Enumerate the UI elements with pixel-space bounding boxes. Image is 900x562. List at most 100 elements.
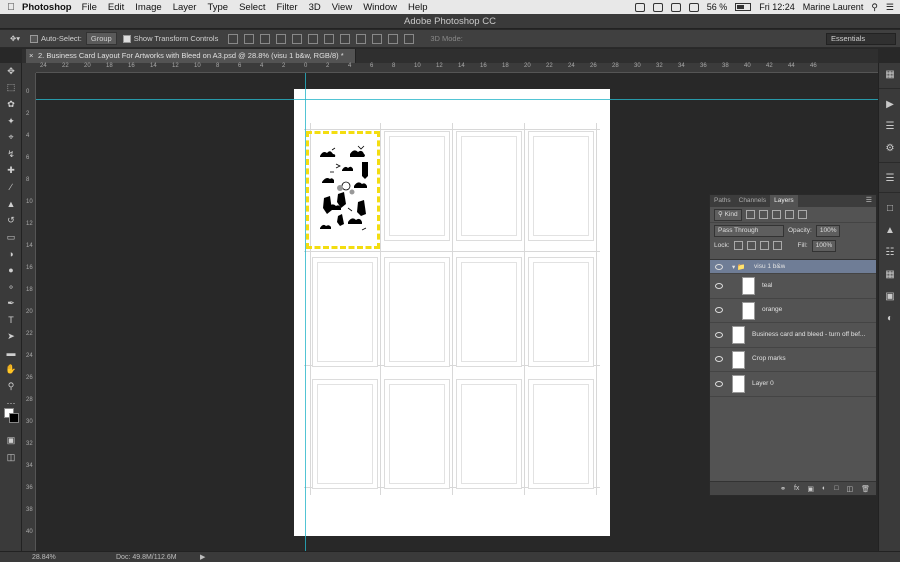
tab-paths[interactable]: Paths bbox=[710, 195, 735, 207]
align-bottom-icon[interactable] bbox=[260, 33, 271, 44]
distribute-middle-icon[interactable] bbox=[340, 33, 351, 44]
hand-tool[interactable]: ✋ bbox=[0, 362, 22, 379]
auto-select-dropdown[interactable]: Group bbox=[85, 32, 117, 45]
spotlight-icon[interactable]: ⚲ bbox=[871, 2, 878, 13]
menu-select[interactable]: Select bbox=[239, 2, 265, 13]
layer-row[interactable]: orange bbox=[710, 299, 876, 323]
shape-tool[interactable]: ▬ bbox=[0, 345, 22, 362]
selection-marquee[interactable] bbox=[306, 131, 380, 249]
add-mask-icon[interactable]: ▣ bbox=[807, 485, 814, 493]
magic-wand-tool[interactable]: ✦ bbox=[0, 113, 22, 130]
close-tab-icon[interactable]: × bbox=[29, 49, 33, 63]
visibility-eye-icon[interactable] bbox=[715, 380, 723, 387]
clone-stamp-tool[interactable]: ▲ bbox=[0, 196, 22, 213]
lock-transparent-icon[interactable] bbox=[733, 241, 743, 250]
visibility-eye-icon[interactable] bbox=[715, 282, 723, 289]
visibility-eye-icon[interactable] bbox=[715, 307, 723, 314]
new-group-icon[interactable]: □ bbox=[834, 485, 838, 492]
notification-icon[interactable]: ☰ bbox=[886, 2, 894, 13]
display-icon[interactable] bbox=[670, 2, 681, 12]
dropbox-icon[interactable] bbox=[634, 2, 645, 12]
menu-3d[interactable]: 3D bbox=[309, 2, 321, 13]
guide-vertical[interactable] bbox=[305, 73, 306, 551]
tab-channels[interactable]: Channels bbox=[735, 195, 770, 207]
lock-position-icon[interactable] bbox=[759, 241, 769, 250]
menu-help[interactable]: Help bbox=[408, 2, 428, 13]
layer-name[interactable]: visu 1 b&w bbox=[754, 263, 785, 270]
menu-type[interactable]: Type bbox=[207, 2, 228, 13]
layer-row[interactable]: Business card and bleed - turn off bef..… bbox=[710, 323, 876, 348]
menu-window[interactable]: Window bbox=[363, 2, 397, 13]
play-actions-icon[interactable]: ▶ bbox=[879, 93, 900, 115]
layer-name[interactable]: orange bbox=[762, 306, 782, 313]
layer-name[interactable]: Layer 0 bbox=[752, 380, 774, 387]
align-right-icon[interactable] bbox=[308, 33, 319, 44]
adjustments-icon[interactable]: ⚙ bbox=[879, 137, 900, 159]
path-selection-tool[interactable]: ➤ bbox=[0, 329, 22, 346]
layer-row[interactable]: Crop marks bbox=[710, 348, 876, 372]
distribute-center-icon[interactable] bbox=[388, 33, 399, 44]
user-name[interactable]: Marine Laurent bbox=[803, 2, 864, 12]
menu-edit[interactable]: Edit bbox=[108, 2, 124, 13]
distribute-top-icon[interactable] bbox=[324, 33, 335, 44]
color-swatches[interactable] bbox=[4, 408, 20, 424]
align-middle-icon[interactable] bbox=[244, 33, 255, 44]
layer-name[interactable]: teal bbox=[762, 282, 772, 289]
lock-all-icon[interactable] bbox=[772, 241, 782, 250]
workspace-switcher[interactable]: Essentials bbox=[826, 33, 896, 45]
blur-tool[interactable]: ● bbox=[0, 262, 22, 279]
crop-tool[interactable]: ⌖ bbox=[0, 129, 22, 146]
menu-file[interactable]: File bbox=[82, 2, 97, 13]
apple-icon[interactable]:  bbox=[0, 2, 22, 13]
filter-adjustment-icon[interactable] bbox=[758, 210, 768, 219]
filter-kind-dropdown[interactable]: ⚲ Kind bbox=[714, 208, 742, 221]
layer-row[interactable]: teal bbox=[710, 274, 876, 299]
background-color[interactable] bbox=[9, 413, 19, 423]
battery-icon[interactable] bbox=[735, 3, 752, 11]
clock[interactable]: Fri 12:24 bbox=[759, 2, 795, 12]
horizontal-ruler[interactable]: 24 22 20 18 16 14 12 10 8 6 4 2 0 2 4 6 … bbox=[36, 63, 878, 73]
group-folder-icon[interactable]: ▾ 📁 bbox=[732, 263, 745, 271]
fill-input[interactable]: 100% bbox=[811, 239, 837, 252]
properties-icon[interactable]: ☰ bbox=[879, 115, 900, 137]
type-tool[interactable]: T bbox=[0, 312, 22, 329]
character-icon[interactable]: ☰ bbox=[879, 167, 900, 189]
filter-shape-icon[interactable] bbox=[784, 210, 794, 219]
document-tab[interactable]: × 2. Business Card Layout For Artworks w… bbox=[26, 49, 356, 63]
vertical-ruler[interactable]: 0 2 4 6 8 10 12 14 16 18 20 22 24 26 28 … bbox=[22, 73, 36, 551]
eraser-tool[interactable]: ▭ bbox=[0, 229, 22, 246]
pen-tool[interactable]: ✒ bbox=[0, 295, 22, 312]
filter-type-icon[interactable] bbox=[771, 210, 781, 219]
layer-name[interactable]: Business card and bleed - turn off bef..… bbox=[752, 331, 865, 338]
distribute-bottom-icon[interactable] bbox=[356, 33, 367, 44]
visibility-eye-icon[interactable] bbox=[715, 356, 723, 363]
align-top-icon[interactable] bbox=[228, 33, 239, 44]
menu-view[interactable]: View bbox=[332, 2, 352, 13]
dodge-tool[interactable]: ⚬ bbox=[0, 279, 22, 296]
zoom-tool[interactable]: ⚲ bbox=[0, 378, 22, 395]
filter-smart-icon[interactable] bbox=[797, 210, 807, 219]
eyedropper-tool[interactable]: ↯ bbox=[0, 146, 22, 163]
panel-menu-icon[interactable]: ☰ bbox=[866, 196, 872, 204]
ruler-origin[interactable] bbox=[22, 63, 36, 73]
layer-row[interactable]: ▾ 📁 visu 1 b&w bbox=[710, 260, 876, 274]
layer-name[interactable]: Crop marks bbox=[752, 355, 786, 362]
healing-brush-tool[interactable]: ✚ bbox=[0, 163, 22, 180]
tab-layers[interactable]: Layers bbox=[770, 195, 798, 207]
menu-layer[interactable]: Layer bbox=[173, 2, 197, 13]
distribute-right-icon[interactable] bbox=[404, 33, 415, 44]
adjustment-layer-icon[interactable]: ◐ bbox=[822, 485, 826, 492]
layer-comps-icon[interactable]: □ bbox=[879, 197, 900, 219]
app-menu[interactable]: Photoshop bbox=[22, 2, 72, 13]
move-tool-icon[interactable]: ✥▾ bbox=[0, 34, 30, 43]
swatches-icon[interactable]: ▦ bbox=[879, 263, 900, 285]
quick-mask-icon[interactable]: ▣ bbox=[0, 432, 22, 449]
screen-mode-icon[interactable]: ◫ bbox=[0, 449, 22, 466]
styles-icon[interactable]: ▣ bbox=[879, 285, 900, 307]
layer-style-icon[interactable]: fx bbox=[794, 485, 799, 492]
align-left-icon[interactable] bbox=[276, 33, 287, 44]
auto-select-checkbox[interactable] bbox=[30, 34, 38, 43]
lasso-tool[interactable]: ✿ bbox=[0, 96, 22, 113]
visibility-eye-icon[interactable] bbox=[715, 263, 723, 270]
layers-panel-icon[interactable]: ▲ bbox=[879, 219, 900, 241]
